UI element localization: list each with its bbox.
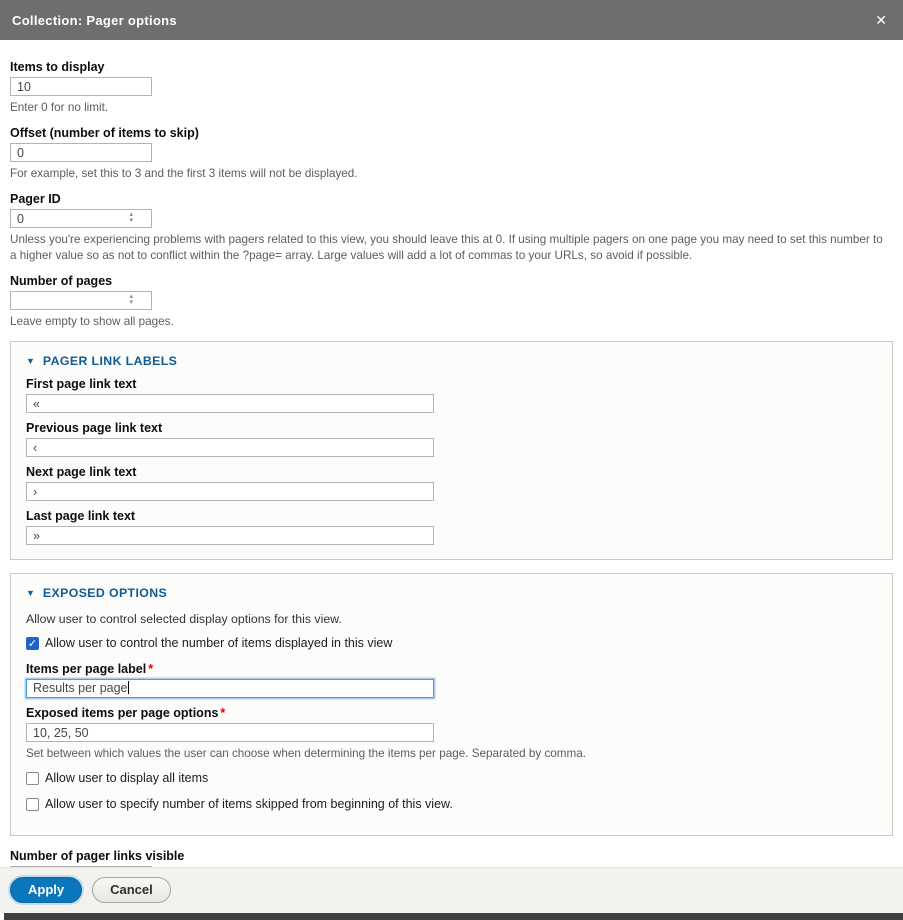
dialog-content: Items to display Enter 0 for no limit. O… xyxy=(0,40,903,867)
first-page-link-input[interactable] xyxy=(26,394,434,413)
display-all-checkbox-row[interactable]: ✓ Allow user to display all items xyxy=(26,771,877,786)
dialog-title: Collection: Pager options xyxy=(12,13,177,28)
legend-label: PAGER LINK LABELS xyxy=(43,354,177,368)
offset-field: Offset (number of items to skip) For exa… xyxy=(10,126,893,182)
number-spinner-icon[interactable]: ▴ ▾ xyxy=(129,212,133,224)
chevron-down-icon: ▼ xyxy=(26,357,35,366)
dialog-header: Collection: Pager options ✕ xyxy=(0,0,903,40)
offset-label: Offset (number of items to skip) xyxy=(10,126,893,140)
first-page-link-field: First page link text xyxy=(26,377,877,413)
items-per-page-label-field: Items per page label* Results per page xyxy=(26,662,877,698)
pager-id-label: Pager ID xyxy=(10,192,893,206)
number-of-pages-label: Number of pages xyxy=(10,274,893,288)
close-icon[interactable]: ✕ xyxy=(871,11,891,29)
checkbox-unchecked-icon[interactable]: ✓ xyxy=(26,798,39,811)
cancel-button[interactable]: Cancel xyxy=(92,877,171,903)
checkbox-checked-icon[interactable]: ✓ xyxy=(26,637,39,650)
items-to-display-description: Enter 0 for no limit. xyxy=(10,100,890,116)
items-to-display-input[interactable] xyxy=(10,77,152,96)
number-of-pages-field: Number of pages ▴ ▾ Leave empty to show … xyxy=(10,274,893,330)
pager-links-visible-field: Number of pager links visible Specify th… xyxy=(10,849,893,867)
offset-input[interactable] xyxy=(10,143,152,162)
required-asterisk: * xyxy=(148,662,153,676)
chevron-down-icon: ▼ xyxy=(26,589,35,598)
spin-down-icon[interactable]: ▾ xyxy=(129,300,133,306)
items-per-page-options-label: Exposed items per page options* xyxy=(26,706,877,720)
offset-description: For example, set this to 3 and the first… xyxy=(10,166,890,182)
previous-page-link-field: Previous page link text xyxy=(26,421,877,457)
control-items-checkbox-row[interactable]: ✓ Allow user to control the number of it… xyxy=(26,636,877,651)
last-page-link-label: Last page link text xyxy=(26,509,877,523)
last-page-link-field: Last page link text xyxy=(26,509,877,545)
text-caret xyxy=(128,681,129,694)
apply-button[interactable]: Apply xyxy=(10,877,82,903)
exposed-options-description: Allow user to control selected display o… xyxy=(26,611,877,627)
items-per-page-options-field: Exposed items per page options* Set betw… xyxy=(26,706,877,762)
previous-page-link-label: Previous page link text xyxy=(26,421,877,435)
items-per-page-label-label: Items per page label* xyxy=(26,662,877,676)
checkbox-unchecked-icon[interactable]: ✓ xyxy=(26,772,39,785)
control-items-checkbox-label: Allow user to control the number of item… xyxy=(45,636,392,651)
pager-link-labels-fieldset: ▼ PAGER LINK LABELS First page link text… xyxy=(10,341,893,560)
first-page-link-label: First page link text xyxy=(26,377,877,391)
display-all-checkbox-label: Allow user to display all items xyxy=(45,771,208,786)
items-to-display-field: Items to display Enter 0 for no limit. xyxy=(10,60,893,116)
legend-label: EXPOSED OPTIONS xyxy=(43,586,167,600)
pager-link-labels-legend[interactable]: ▼ PAGER LINK LABELS xyxy=(26,352,877,377)
pager-id-field: Pager ID ▴ ▾ Unless you're experiencing … xyxy=(10,192,893,264)
dialog-footer: Apply Cancel xyxy=(0,867,903,913)
next-page-link-input[interactable] xyxy=(26,482,434,501)
offset-checkbox-row[interactable]: ✓ Allow user to specify number of items … xyxy=(26,797,877,812)
last-page-link-input[interactable] xyxy=(26,526,434,545)
spin-down-icon[interactable]: ▾ xyxy=(129,218,133,224)
check-icon: ✓ xyxy=(27,638,38,651)
exposed-options-fieldset: ▼ EXPOSED OPTIONS Allow user to control … xyxy=(10,573,893,836)
page-background-strip xyxy=(4,913,903,920)
pager-id-description: Unless you're experiencing problems with… xyxy=(10,232,890,264)
number-spinner-icon[interactable]: ▴ ▾ xyxy=(129,294,133,306)
pager-links-visible-label: Number of pager links visible xyxy=(10,849,893,863)
required-asterisk: * xyxy=(220,706,225,720)
number-of-pages-description: Leave empty to show all pages. xyxy=(10,314,890,330)
offset-checkbox-label: Allow user to specify number of items sk… xyxy=(45,797,453,812)
items-per-page-options-input[interactable] xyxy=(26,723,434,742)
pager-options-dialog: Collection: Pager options ✕ Items to dis… xyxy=(0,0,903,920)
next-page-link-label: Next page link text xyxy=(26,465,877,479)
next-page-link-field: Next page link text xyxy=(26,465,877,501)
items-per-page-label-input[interactable]: Results per page xyxy=(26,679,434,698)
items-per-page-options-description: Set between which values the user can ch… xyxy=(26,746,877,762)
items-to-display-label: Items to display xyxy=(10,60,893,74)
previous-page-link-input[interactable] xyxy=(26,438,434,457)
exposed-options-legend[interactable]: ▼ EXPOSED OPTIONS xyxy=(26,584,877,609)
